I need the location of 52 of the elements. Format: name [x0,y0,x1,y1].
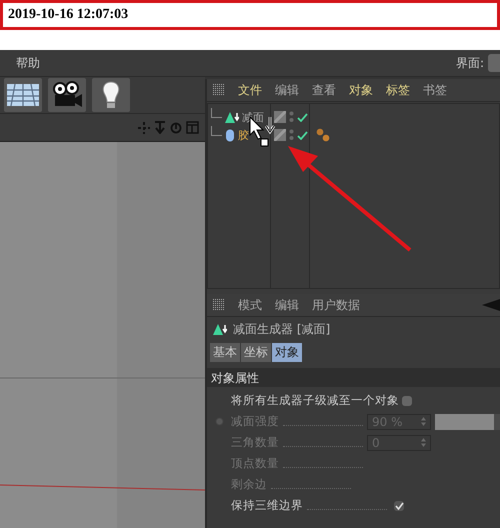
menu-item[interactable]: 文件 [238,82,262,98]
tab[interactable]: 坐标 [241,343,271,362]
parameter-label: 保持三维边界 [231,498,303,513]
object-name[interactable]: 胶 [238,128,249,142]
viewport-drawing[interactable] [0,142,205,528]
menu-item[interactable]: 查看 [312,82,336,98]
visibility-dots-icon[interactable] [289,111,294,123]
camera-icon[interactable] [48,78,86,112]
menu-item[interactable]: 用户数据 [312,296,360,314]
menu-item[interactable]: 编辑 [275,82,299,98]
check-icon[interactable] [297,112,308,122]
menu-item[interactable]: 书签 [423,82,447,98]
keyframe-dot-icon[interactable] [214,417,224,426]
triangle-icon [213,323,227,335]
capsule-icon [225,128,235,142]
object-title: 减面生成器 [减面] [233,320,330,338]
floor-grid-icon[interactable] [4,78,42,112]
spinner-arrows-icon[interactable] [421,438,426,447]
grip-icon[interactable] [213,299,225,311]
parameter-label: 剩余边 [231,477,267,492]
checkbox[interactable] [402,396,412,406]
parameter-label: 三角数量 [231,435,279,450]
grip-icon[interactable] [213,84,225,96]
checkbox[interactable] [394,500,404,510]
light-bulb-icon[interactable] [92,78,130,112]
visibility-dots-icon[interactable] [289,129,294,141]
menu-item[interactable]: 帮助 [16,54,40,72]
layer-icon[interactable] [274,111,286,123]
parameter-label: 顶点数量 [231,456,279,471]
parameter-label: 将所有生成器子级减至一个对象 [231,393,399,408]
layer-icon[interactable] [274,129,286,141]
menu-item[interactable]: 编辑 [275,296,299,314]
tab[interactable]: 对象 [272,343,302,362]
section-header: 对象属性 [207,368,500,387]
check-icon[interactable] [297,130,308,140]
menu-item[interactable]: 对象 [349,82,373,98]
material-tag-icon[interactable] [316,128,330,142]
layout-label: 界面: [456,54,484,72]
move-icon[interactable] [138,122,150,134]
spinner-arrows-icon[interactable] [421,417,426,426]
menu-item[interactable]: 模式 [238,296,262,314]
timestamp: 2019-10-16 12:07:03 [0,0,500,30]
down-arrow-icon[interactable] [154,121,166,134]
menu-item[interactable]: 标签 [386,82,410,98]
tab[interactable]: 基本 [210,343,240,362]
layout-icon[interactable] [186,121,199,134]
triangle-icon [225,111,239,123]
layout-dropdown[interactable] [488,54,500,72]
parameter-label: 减面强度 [231,414,279,429]
slider[interactable] [435,414,500,430]
rotate-icon[interactable] [170,122,182,134]
back-arrow-icon[interactable] [482,299,500,311]
